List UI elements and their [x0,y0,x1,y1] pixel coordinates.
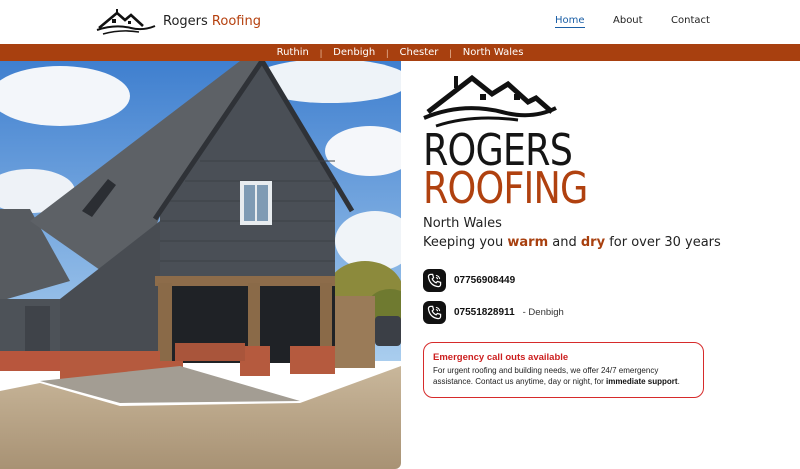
house-photo [0,61,401,469]
emergency-alert: Emergency call outs available For urgent… [423,342,704,398]
phone-number-2[interactable]: 07551828911 [454,307,515,318]
phone-number-1[interactable]: 07756908449 [454,275,515,286]
big-roof-logo [422,72,558,133]
location-separator: | [386,47,389,58]
tagline: Keeping you warm and dry for over 30 yea… [423,235,721,250]
nav-contact[interactable]: Contact [671,15,710,26]
locations-strip: Ruthin | Denbigh | Chester | North Wales [0,44,800,61]
phone-row-2: 07551828911 - Denbigh [423,300,564,324]
alert-title: Emergency call outs available [433,352,569,363]
tagline-suffix: for over 30 years [605,235,721,250]
location-denbigh[interactable]: Denbigh [333,47,375,58]
location-north-wales[interactable]: North Wales [463,47,524,58]
location-separator: | [449,47,452,58]
roof-logo-icon [423,74,557,128]
tagline-prefix: Keeping you [423,235,508,250]
big-title: ROGERS ROOFING [423,129,621,214]
nav-about[interactable]: About [613,15,643,26]
alert-body: For urgent roofing and building needs, w… [433,365,694,387]
tagline-warm: warm [507,235,549,250]
region-label: North Wales [423,216,502,231]
main-nav: Home About Contact [0,15,800,31]
alert-body-end: . [677,377,680,386]
phone-icon[interactable] [423,300,446,324]
tagline-and: and [548,235,581,250]
location-separator: | [319,47,323,58]
location-ruthin[interactable]: Ruthin [277,47,309,58]
site-header: Rogers Roofing Home About Contact [0,0,800,44]
location-chester[interactable]: Chester [400,47,439,58]
hero-image [0,61,401,469]
nav-home[interactable]: Home [555,15,585,28]
phone-row-1: 07756908449 [423,268,515,292]
tagline-dry: dry [580,235,606,250]
phone-icon[interactable] [423,268,446,292]
phone-location-note: - Denbigh [522,306,564,318]
title-line-2: ROOFING [423,163,588,214]
alert-body-bold: immediate support [605,377,678,386]
